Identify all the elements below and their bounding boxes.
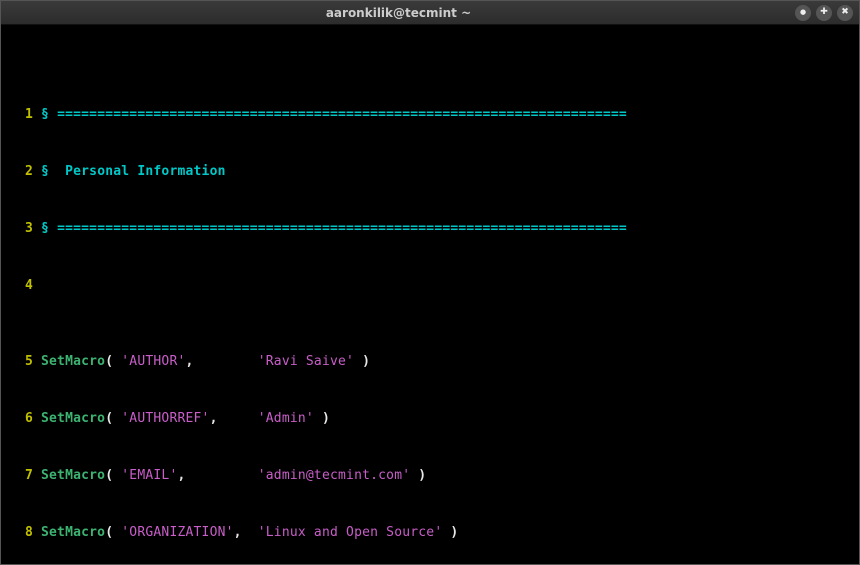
maximize-icon: ✚ [820,8,828,17]
close-button[interactable]: ✖ [837,5,853,21]
macro-key: 'EMAIL' [121,468,177,483]
section-glyph: § [41,221,49,236]
line-number: 6 [7,409,33,428]
code-line[interactable]: 7SetMacro( 'EMAIL', 'admin@tecmint.com' … [7,466,853,485]
line-number: 8 [7,523,33,542]
section-glyph: § [41,164,49,179]
line-number: 4 [7,276,33,295]
macro-val: 'Admin' [258,411,314,426]
line-number: 7 [7,466,33,485]
code-line[interactable]: 3 § =====================================… [7,219,853,238]
minimize-button[interactable]: ● [795,5,811,21]
section-glyph: § [41,107,49,122]
code-line[interactable]: 2 § Personal Information [7,162,853,181]
line-number: 1 [7,105,33,124]
macro-key: 'AUTHORREF' [121,411,209,426]
line-number: 5 [7,352,33,371]
fn-name: SetMacro [41,411,105,426]
terminal-window: aaronkilik@tecmint ~ ● ✚ ✖ 1 § ==========… [0,0,860,565]
code-line[interactable]: 4 [7,276,853,295]
close-icon: ✖ [841,8,849,17]
line-number: 3 [7,219,33,238]
section-title: Personal Information [65,164,226,179]
macro-key: 'AUTHOR' [121,354,185,369]
code-line[interactable]: 6SetMacro( 'AUTHORREF', 'Admin' ) [7,409,853,428]
fn-name: SetMacro [41,354,105,369]
maximize-button[interactable]: ✚ [816,5,832,21]
titlebar: aaronkilik@tecmint ~ ● ✚ ✖ [1,1,859,25]
code-line[interactable]: 1 § =====================================… [7,105,853,124]
code-line[interactable]: 5SetMacro( 'AUTHOR', 'Ravi Saive' ) [7,352,853,371]
terminal-body[interactable]: 1 § =====================================… [1,25,859,564]
line-number: 2 [7,162,33,181]
macro-val: 'Ravi Saive' [258,354,354,369]
macro-val: 'admin@tecmint.com' [258,468,411,483]
macro-val: 'Linux and Open Source' [258,525,443,540]
fn-name: SetMacro [41,525,105,540]
minimize-icon: ● [800,9,806,16]
macro-key: 'ORGANIZATION' [121,525,233,540]
divider: ========================================… [57,107,627,122]
divider: ========================================… [57,221,627,236]
window-title: aaronkilik@tecmint ~ [7,6,790,20]
fn-name: SetMacro [41,468,105,483]
code-line[interactable]: 8SetMacro( 'ORGANIZATION', 'Linux and Op… [7,523,853,542]
